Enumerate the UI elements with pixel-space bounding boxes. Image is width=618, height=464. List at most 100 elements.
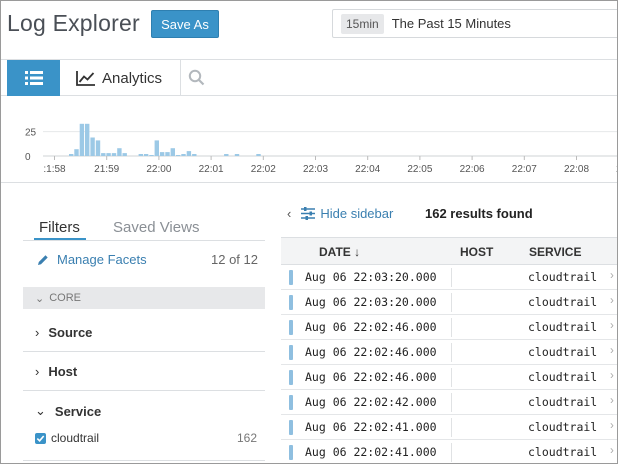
histogram-bar[interactable] — [170, 148, 175, 156]
histogram-bar[interactable] — [69, 154, 74, 156]
column-header-date[interactable]: DATE ↓ — [319, 245, 360, 259]
histogram-bar[interactable] — [106, 153, 111, 156]
facet-label: Service — [54, 403, 102, 419]
chevron-right-icon: › — [610, 370, 614, 382]
table-row[interactable]: Aug 06 22:02:41.000 cloudtrail › — [281, 415, 617, 440]
histogram-bar[interactable] — [138, 154, 143, 156]
histogram-bar[interactable] — [154, 140, 159, 156]
histogram-bar[interactable] — [117, 148, 122, 156]
time-range-picker[interactable]: 15min The Past 15 Minutes — [332, 9, 617, 38]
status-indicator — [289, 345, 293, 360]
sliders-icon — [301, 207, 316, 220]
y-tick-label: 25 — [25, 128, 37, 139]
row-host — [451, 268, 452, 287]
histogram-bar[interactable] — [181, 154, 186, 156]
x-tick-label: 22:01 — [199, 164, 224, 175]
chevron-right-icon: › — [610, 395, 614, 407]
status-indicator — [289, 420, 293, 435]
core-label: CORE — [49, 292, 81, 304]
checkbox[interactable] — [35, 432, 46, 444]
page-title: Log Explorer — [7, 10, 140, 36]
histogram-bar[interactable] — [165, 152, 170, 156]
tab-filters[interactable]: Filters — [39, 219, 80, 236]
row-service: cloudtrail — [528, 320, 598, 334]
status-indicator — [289, 445, 293, 460]
histogram-bar[interactable] — [122, 153, 127, 156]
x-tick-label: 22:03 — [303, 164, 328, 175]
histogram-bar[interactable] — [256, 154, 261, 156]
row-date: Aug 06 22:02:46.000 — [305, 370, 437, 384]
table-row[interactable]: Aug 06 22:02:46.000 cloudtrail › — [281, 365, 617, 390]
table-row[interactable]: Aug 06 22:02:46.000 cloudtrail › — [281, 340, 617, 365]
histogram-bar[interactable] — [192, 154, 197, 156]
analytics-label: Analytics — [102, 69, 163, 87]
row-date: Aug 06 22:02:41.000 — [305, 420, 437, 434]
histogram-chart: 25 0:1:58 21:59 22:00 22:01 22:02 22:03 22:04 22… — [25, 123, 617, 175]
facet-source[interactable]: › Source — [23, 314, 265, 352]
histogram-bar[interactable] — [224, 154, 229, 156]
search-icon[interactable] — [188, 69, 205, 86]
table-row[interactable]: Aug 06 22:02:46.000 cloudtrail › — [281, 315, 617, 340]
row-service: cloudtrail — [528, 395, 598, 409]
histogram-bar[interactable] — [90, 137, 95, 157]
toolbar: Analytics — [1, 59, 617, 96]
x-tick-label: 22:00 — [146, 164, 171, 175]
row-service: cloudtrail — [528, 370, 598, 384]
facet-value-cloudtrail[interactable]: cloudtrail 162 — [35, 431, 265, 445]
chevron-right-icon: › — [35, 364, 40, 379]
histogram-bar[interactable] — [143, 154, 149, 156]
manage-facets-label: Manage Facets — [57, 252, 147, 267]
status-indicator — [289, 270, 293, 285]
chevron-right-icon: › — [35, 325, 40, 340]
facet-label: Source — [48, 325, 93, 340]
histogram-bar[interactable] — [111, 153, 117, 156]
results-table: DATE ↓ HOST SERVICE Aug 06 22:03:20.000 c… — [281, 237, 617, 463]
save-as-button[interactable]: Save As — [151, 10, 219, 38]
checkmark-icon — [36, 434, 45, 442]
histogram-bar[interactable] — [101, 153, 106, 156]
histogram-bar[interactable] — [85, 123, 90, 156]
log-histogram[interactable]: 25 0:1:58 21:59 22:00 22:01 22:02 22:03 22:04 22… — [1, 97, 617, 183]
chevron-right-icon: › — [610, 320, 614, 332]
core-section-header[interactable]: ⌄ CORE — [23, 287, 265, 309]
row-date: Aug 06 22:02:41.000 — [305, 445, 437, 459]
histogram-bar[interactable] — [176, 155, 181, 156]
histogram-bar[interactable] — [159, 152, 165, 156]
histogram-bar[interactable] — [79, 123, 85, 156]
row-host — [451, 318, 452, 337]
table-row[interactable]: Aug 06 22:03:20.000 cloudtrail › — [281, 265, 617, 290]
column-header-service[interactable]: SERVICE — [529, 245, 581, 259]
row-date: Aug 06 22:03:20.000 — [305, 270, 437, 284]
x-tick-label: :1:58 — [43, 164, 66, 175]
row-service: cloudtrail — [528, 420, 598, 434]
row-host — [451, 343, 452, 362]
histogram-bar[interactable] — [149, 155, 154, 156]
x-tick-label: 22:08 — [564, 164, 589, 175]
row-date: Aug 06 22:03:20.000 — [305, 295, 437, 309]
table-row[interactable]: Aug 06 22:03:20.000 cloudtrail › — [281, 290, 617, 315]
facet-host[interactable]: › Host — [23, 353, 265, 391]
histogram-bar[interactable] — [95, 140, 101, 156]
x-tick-label: 21:59 — [94, 164, 119, 175]
row-host — [451, 443, 452, 462]
line-chart-icon — [76, 71, 95, 86]
histogram-bar[interactable] — [186, 151, 192, 156]
hide-sidebar-link[interactable]: ‹ Hide sidebar — [287, 206, 393, 221]
row-date: Aug 06 22:02:42.000 — [305, 395, 437, 409]
table-row[interactable]: Aug 06 22:02:42.000 cloudtrail › — [281, 390, 617, 415]
manage-facets-link[interactable]: Manage Facets — [37, 252, 147, 267]
row-service: cloudtrail — [528, 295, 598, 309]
facet-service[interactable]: ⌄ Service — [23, 392, 265, 430]
tab-saved-views[interactable]: Saved Views — [113, 219, 199, 236]
row-host — [451, 418, 452, 437]
chevron-right-icon: › — [610, 420, 614, 432]
table-row[interactable]: Aug 06 22:02:41.000 cloudtrail › — [281, 440, 617, 463]
list-view-tab[interactable] — [7, 60, 60, 96]
histogram-bar[interactable] — [74, 149, 79, 156]
y-tick-label: 0 — [25, 152, 31, 163]
analytics-tab[interactable]: Analytics — [61, 60, 181, 96]
row-host — [451, 293, 452, 312]
row-host — [451, 368, 452, 387]
column-header-host[interactable]: HOST — [460, 245, 493, 259]
histogram-bar[interactable] — [234, 154, 240, 156]
